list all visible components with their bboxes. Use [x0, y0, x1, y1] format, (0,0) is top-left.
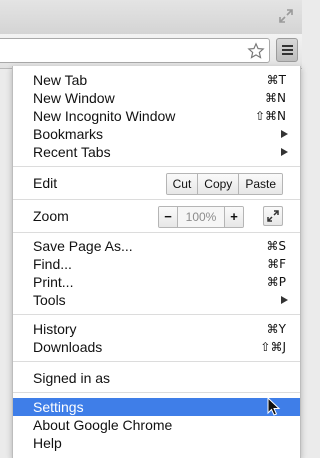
fullscreen-icon[interactable]: [278, 8, 294, 24]
menu-item-zoom: Zoom: [13, 207, 300, 225]
menu-item-settings[interactable]: Settings: [13, 398, 300, 416]
menu-item-label: New Window: [33, 90, 115, 106]
menu-item-label: New Incognito Window: [33, 108, 176, 124]
chrome-menu: New Tab ⌘T New Window ⌘N New Incognito W…: [12, 66, 301, 458]
submenu-arrow-icon: [281, 296, 288, 304]
menu-item-signed-in[interactable]: Signed in as: [13, 369, 300, 387]
cut-button[interactable]: Cut: [166, 174, 198, 194]
menu-separator: [13, 392, 300, 393]
zoom-out-button[interactable]: −: [159, 207, 177, 227]
menu-item-history[interactable]: History ⌘Y: [13, 320, 300, 338]
zoom-controls: − 100% +: [158, 206, 244, 228]
menu-item-about-google-chrome[interactable]: About Google Chrome: [13, 416, 300, 434]
submenu-arrow-icon: [281, 130, 288, 138]
menu-item-help[interactable]: Help: [13, 434, 300, 452]
edit-button-group: Cut Copy Paste: [165, 173, 283, 195]
menu-item-label: Tools: [33, 292, 66, 308]
mouse-cursor-icon: [267, 397, 281, 416]
fullscreen-button[interactable]: [263, 206, 283, 226]
menu-item-label: History: [33, 321, 77, 337]
zoom-level: 100%: [177, 207, 225, 227]
menu-item-new-window[interactable]: New Window ⌘N: [13, 89, 300, 107]
menu-item-downloads[interactable]: Downloads ⇧⌘J: [13, 338, 300, 356]
submenu-arrow-icon: [281, 148, 288, 156]
hamburger-menu-icon[interactable]: [276, 38, 298, 62]
fullscreen-icon: [267, 210, 279, 222]
star-icon[interactable]: [247, 42, 265, 60]
menu-item-label: New Tab: [33, 72, 88, 88]
address-bar[interactable]: [0, 38, 270, 63]
shortcut-label: ⇧⌘N: [254, 109, 286, 123]
menu-item-label: Downloads: [33, 339, 103, 355]
menu-item-label: Recent Tabs: [33, 144, 111, 160]
menu-item-tools[interactable]: Tools: [13, 291, 300, 309]
menu-item-label: Edit: [33, 175, 58, 191]
shortcut-label: ⇧⌘J: [260, 340, 286, 354]
menu-item-label: Save Page As...: [33, 238, 133, 254]
menu-item-label: About Google Chrome: [33, 417, 173, 433]
menu-separator: [13, 361, 300, 362]
menu-item-bookmarks[interactable]: Bookmarks: [13, 125, 300, 143]
shortcut-label: ⌘F: [267, 257, 286, 271]
menu-item-label: Settings: [33, 399, 84, 415]
menu-separator: [13, 232, 300, 233]
copy-button[interactable]: Copy: [197, 174, 239, 194]
menu-item-label: Help: [33, 435, 62, 451]
menu-item-label: Zoom: [33, 208, 69, 224]
browser-toolbar: [0, 34, 302, 69]
menu-separator: [13, 199, 300, 200]
menu-separator: [13, 166, 300, 167]
shortcut-label: ⌘N: [265, 91, 286, 105]
shortcut-label: ⌘T: [266, 73, 286, 87]
shortcut-label: ⌘Y: [266, 322, 286, 336]
zoom-in-button[interactable]: +: [225, 207, 243, 227]
menu-item-find[interactable]: Find... ⌘F: [13, 255, 300, 273]
menu-item-label: Bookmarks: [33, 126, 104, 142]
menu-item-print[interactable]: Print... ⌘P: [13, 273, 300, 291]
shortcut-label: ⌘S: [266, 239, 286, 253]
menu-item-save-page-as[interactable]: Save Page As... ⌘S: [13, 237, 300, 255]
menu-separator: [13, 314, 300, 315]
menu-item-label: Find...: [33, 256, 72, 272]
menu-item-new-incognito-window[interactable]: New Incognito Window ⇧⌘N: [13, 107, 300, 125]
menu-item-new-tab[interactable]: New Tab ⌘T: [13, 71, 300, 89]
menu-item-label: Print...: [33, 274, 74, 290]
window-title-bar: [0, 0, 302, 34]
menu-item-recent-tabs[interactable]: Recent Tabs: [13, 143, 300, 161]
shortcut-label: ⌘P: [266, 275, 286, 289]
signed-in-label: Signed in as: [33, 370, 111, 386]
paste-button[interactable]: Paste: [238, 174, 282, 194]
